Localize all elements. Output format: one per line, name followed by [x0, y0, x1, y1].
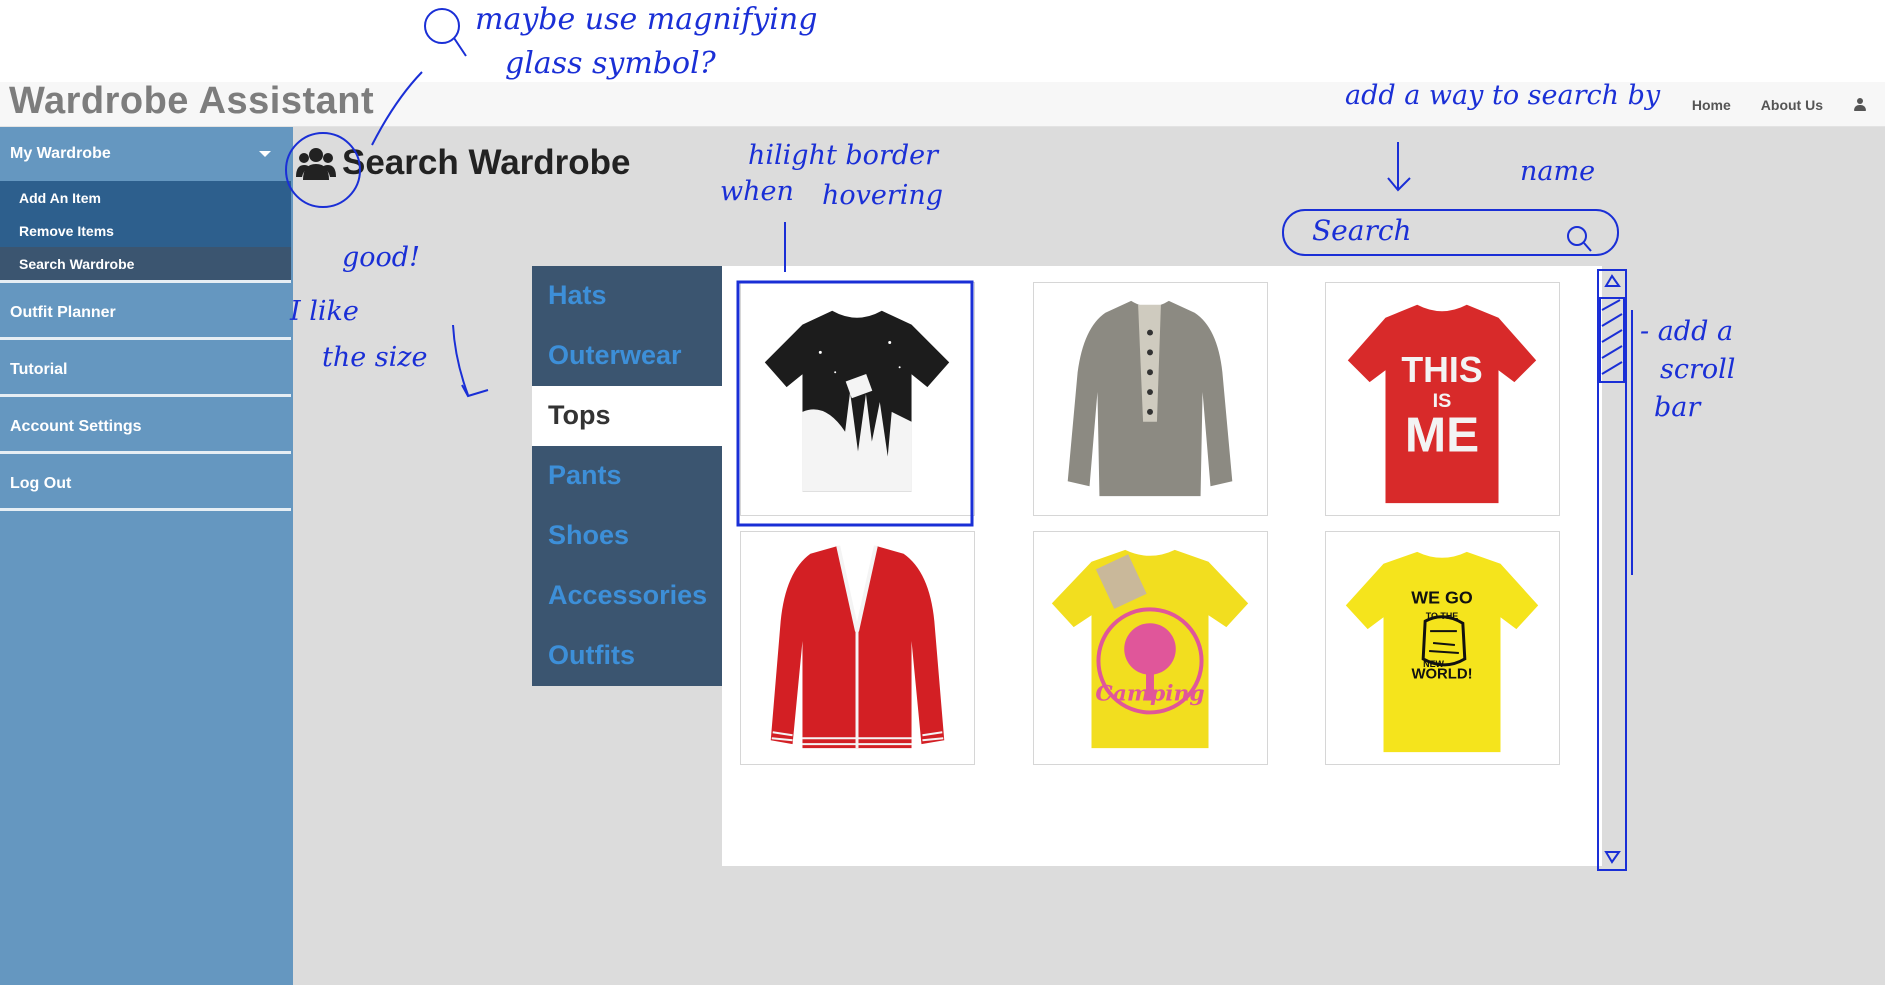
- sidebar: My Wardrobe Add An Item Remove Items Sea…: [0, 127, 293, 985]
- category-shoes[interactable]: Shoes: [532, 506, 722, 566]
- category-hats[interactable]: Hats: [532, 266, 722, 326]
- annotation-magnifier: maybe use magnifying: [475, 2, 818, 37]
- annotation-magnifier: glass symbol?: [505, 46, 716, 81]
- user-icon[interactable]: [1853, 97, 1867, 112]
- sidebar-item-label: My Wardrobe: [10, 145, 111, 162]
- app-title[interactable]: Wardrobe Assistant: [9, 80, 374, 123]
- category-label: Hats: [548, 280, 607, 310]
- nav-about-link[interactable]: About Us: [1761, 97, 1823, 113]
- category-label: Tops: [548, 400, 611, 430]
- print-text: WORLD!: [1411, 667, 1472, 683]
- print-text: THIS: [1401, 350, 1482, 390]
- nav-links: Home About Us: [1692, 82, 1885, 127]
- annotation-hover: hilight border: [748, 140, 939, 171]
- category-tops[interactable]: Tops: [532, 386, 722, 446]
- annotation-scroll: - add a: [1640, 316, 1734, 347]
- sidebar-item-label: Tutorial: [10, 361, 68, 378]
- annotation-search-hint: add a way to search by: [1345, 80, 1661, 111]
- sidebar-subitem-label: Remove Items: [19, 223, 114, 239]
- sidebar-section-my-wardrobe: My Wardrobe Add An Item Remove Items Sea…: [0, 127, 291, 283]
- sidebar-item-label: Log Out: [10, 475, 72, 492]
- annotation-good: good!: [342, 242, 420, 273]
- users-icon: [296, 148, 336, 180]
- print-text: WE GO: [1411, 587, 1473, 607]
- wardrobe-item-red-this-is-me-tshirt[interactable]: THIS IS ME: [1325, 282, 1560, 516]
- sidebar-item-log-out[interactable]: Log Out: [0, 457, 291, 511]
- sidebar-subitem-add-an-item[interactable]: Add An Item: [0, 181, 291, 214]
- category-label: Pants: [548, 460, 622, 490]
- annotation-hover: when: [720, 176, 794, 207]
- cardigan-image: [770, 545, 945, 749]
- sidebar-item-label: Account Settings: [10, 418, 142, 435]
- annotation-search-hint: name: [1520, 156, 1596, 187]
- wardrobe-grid: THIS IS ME Camping WE GO TO THE NEW WORL…: [722, 266, 1602, 866]
- page-title: Search Wardrobe: [342, 143, 631, 182]
- annotation-good: the size: [322, 342, 428, 373]
- tshirt-image: [764, 310, 950, 492]
- category-accessories[interactable]: Accessories: [532, 566, 722, 626]
- annotation-hover: hovering: [822, 180, 944, 211]
- category-label: Shoes: [548, 520, 630, 550]
- sidebar-item-account-settings[interactable]: Account Settings: [0, 400, 291, 454]
- wardrobe-item-red-cardigan[interactable]: [740, 531, 975, 765]
- print-text: Camping: [1095, 682, 1204, 707]
- wardrobe-item-yellow-we-go-tshirt[interactable]: WE GO TO THE NEW WORLD!: [1325, 531, 1560, 765]
- tshirt-image: WE GO TO THE NEW WORLD!: [1345, 551, 1539, 753]
- annotation-search-placeholder: Search: [1312, 214, 1412, 247]
- annotation-scroll: bar: [1654, 392, 1701, 423]
- sidebar-item-label: Outfit Planner: [10, 304, 116, 321]
- sidebar-item-outfit-planner[interactable]: Outfit Planner: [0, 286, 291, 340]
- category-menu: Hats Outerwear Tops Pants Shoes Accessor…: [532, 266, 722, 686]
- category-label: Accessories: [548, 580, 708, 610]
- print-text: ME: [1405, 407, 1479, 463]
- category-label: Outfits: [548, 640, 635, 670]
- sidebar-subitem-label: Add An Item: [19, 190, 101, 206]
- sidebar-subitem-label: Search Wardrobe: [19, 256, 135, 272]
- category-outerwear[interactable]: Outerwear: [532, 326, 722, 386]
- tshirt-image: THIS IS ME: [1347, 304, 1537, 504]
- tshirt-image: Camping: [1051, 549, 1249, 749]
- category-pants[interactable]: Pants: [532, 446, 722, 506]
- category-outfits[interactable]: Outfits: [532, 626, 722, 686]
- category-label: Outerwear: [548, 340, 682, 370]
- annotation-good: I like: [290, 296, 359, 327]
- sidebar-item-tutorial[interactable]: Tutorial: [0, 343, 291, 397]
- wardrobe-item-black-white-tshirt[interactable]: [740, 282, 975, 516]
- top-whitespace: [0, 0, 1885, 82]
- henley-image: [1067, 300, 1233, 497]
- sidebar-subitem-search-wardrobe[interactable]: Search Wardrobe: [0, 247, 291, 280]
- nav-home-link[interactable]: Home: [1692, 97, 1731, 113]
- wardrobe-item-yellow-camping-tshirt[interactable]: Camping: [1033, 531, 1268, 765]
- caret-down-icon: [259, 151, 271, 157]
- sidebar-subitem-remove-items[interactable]: Remove Items: [0, 214, 291, 247]
- wardrobe-item-grey-henley[interactable]: [1033, 282, 1268, 516]
- sidebar-item-my-wardrobe[interactable]: My Wardrobe: [0, 127, 291, 181]
- annotation-scroll: scroll: [1660, 354, 1736, 385]
